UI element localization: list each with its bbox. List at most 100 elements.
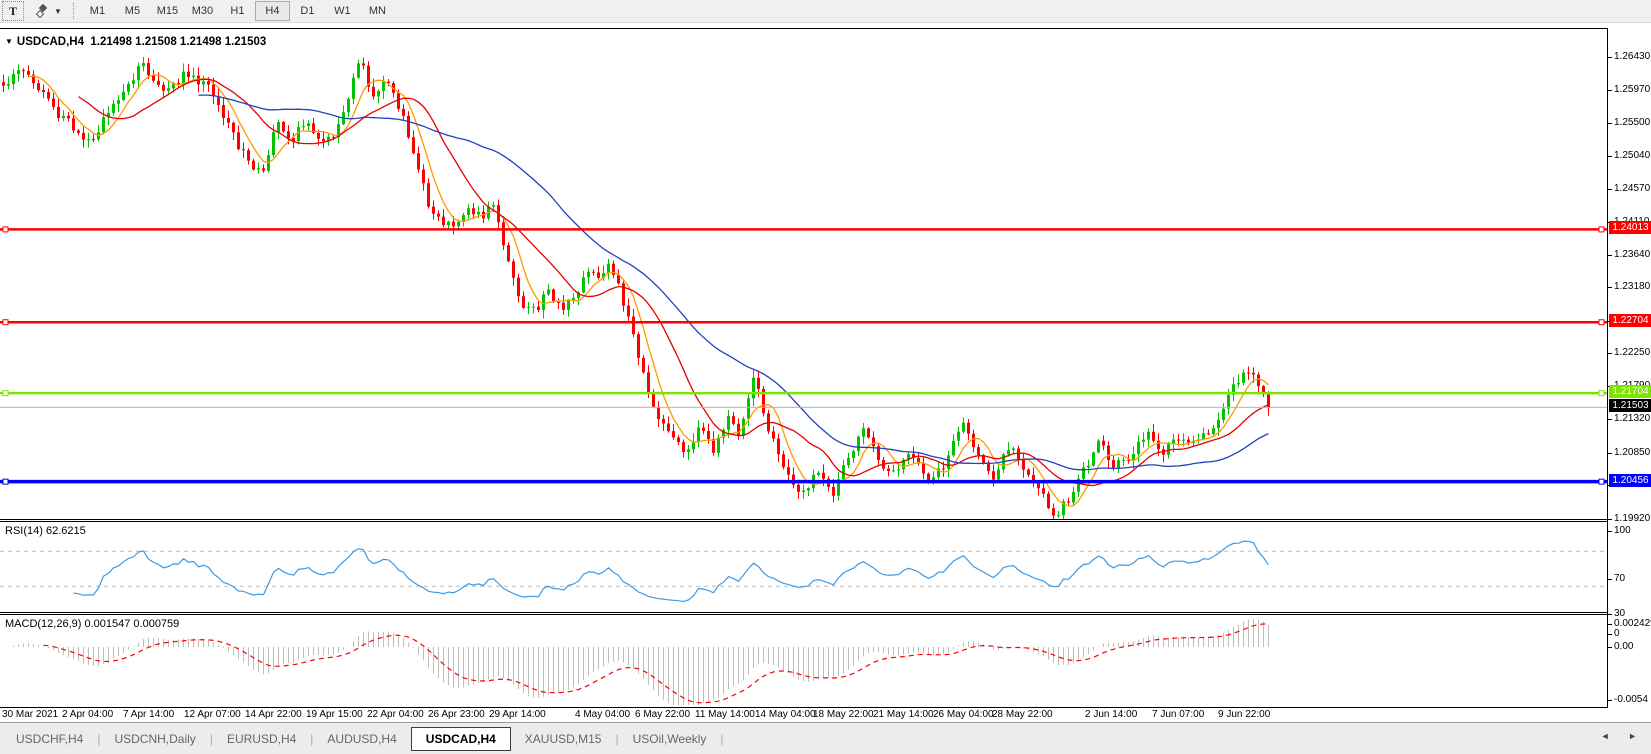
price-tick-label: 1.24570 xyxy=(1614,183,1650,194)
date-label: 21 May 14:00 xyxy=(873,709,934,720)
date-label: 2 Apr 04:00 xyxy=(62,709,113,720)
chart-tab-USOil,Weekly[interactable]: USOil,Weekly xyxy=(621,728,719,750)
main-chart-panel[interactable]: ▼ USDCAD,H4 1.21498 1.21508 1.21498 1.215… xyxy=(0,28,1607,520)
price-tick-label: 1.25040 xyxy=(1614,150,1650,161)
date-label: 12 Apr 07:00 xyxy=(184,709,241,720)
price-tick xyxy=(1608,519,1612,520)
price-tick xyxy=(1608,287,1612,288)
date-label: 26 Apr 23:00 xyxy=(428,709,485,720)
timeframe-button-W1[interactable]: W1 xyxy=(325,1,360,21)
price-tick xyxy=(1608,123,1612,124)
date-label: 11 May 14:00 xyxy=(695,709,755,720)
price-tick-label: 1.21320 xyxy=(1614,413,1650,424)
date-label: 30 Mar 2021 xyxy=(2,709,58,720)
timeframe-button-H1[interactable]: H1 xyxy=(220,1,255,21)
date-label: 7 Jun 07:00 xyxy=(1152,709,1204,720)
price-tick-label: 1.22250 xyxy=(1614,347,1650,358)
chart-tab-AUDUSD,H4[interactable]: AUDUSD,H4 xyxy=(315,728,408,750)
date-label: 14 Apr 22:00 xyxy=(245,709,302,720)
tab-scroll-left-icon[interactable]: ◄ xyxy=(1601,731,1618,741)
chart-symbol: USDCAD,H4 xyxy=(17,36,84,48)
tab-separator: | xyxy=(97,732,100,746)
price-tick-label: 1.23180 xyxy=(1614,281,1650,292)
ma-fast-line xyxy=(29,75,1269,506)
date-label: 28 May 22:00 xyxy=(992,709,1053,720)
chart-ohlc-readout: 1.21498 1.21508 1.21498 1.21503 xyxy=(90,36,266,48)
date-label: 4 May 04:00 xyxy=(575,709,630,720)
candles[interactable] xyxy=(2,57,1270,520)
timeframe-button-D1[interactable]: D1 xyxy=(290,1,325,21)
chart-tab-USDCNH,Daily[interactable]: USDCNH,Daily xyxy=(102,728,207,750)
date-label: 26 May 04:00 xyxy=(933,709,994,720)
macd-scale-label: -0.0054 xyxy=(1614,694,1648,705)
price-tick xyxy=(1608,57,1612,58)
rsi-scale-tick xyxy=(1608,634,1612,635)
chart-tab-XAUUSD,M15[interactable]: XAUUSD,M15 xyxy=(513,728,614,750)
price-tick xyxy=(1608,419,1612,420)
timeframe-button-M15[interactable]: M15 xyxy=(150,1,185,21)
tab-separator: | xyxy=(310,732,313,746)
price-tick xyxy=(1608,156,1612,157)
toolbar: T ▼ M1M5M15M30H1H4D1W1MN xyxy=(0,0,1651,23)
timeframe-button-H4[interactable]: H4 xyxy=(255,1,290,21)
macd-panel[interactable]: MACD(12,26,9) 0.001547 0.000759 xyxy=(0,615,1607,707)
mt4-window: { "toolbar": { "text_tool_label": "T", "… xyxy=(0,0,1651,753)
price-badge-1.20456: 1.20456 xyxy=(1609,474,1651,487)
timeframe-button-M30[interactable]: M30 xyxy=(185,1,220,21)
price-tick-label: 1.23640 xyxy=(1614,249,1650,260)
date-label: 9 Jun 22:00 xyxy=(1218,709,1270,720)
current-price-badge: 1.21503 xyxy=(1609,399,1651,412)
date-label: 18 May 22:00 xyxy=(813,709,874,720)
rsi-panel[interactable]: RSI(14) 62.6215 xyxy=(0,522,1607,612)
toolbar-grip xyxy=(73,3,74,19)
chart-tab-USDCAD,H4[interactable]: USDCAD,H4 xyxy=(411,727,511,751)
price-tick-label: 1.25500 xyxy=(1614,117,1650,128)
timeframe-button-MN[interactable]: MN xyxy=(360,1,395,21)
horizontal-line-1.20456[interactable] xyxy=(0,479,1607,484)
date-axis[interactable]: 30 Mar 20212 Apr 04:007 Apr 14:0012 Apr … xyxy=(0,708,1651,722)
rsi-scale-label: 70 xyxy=(1614,573,1625,584)
chevron-down-icon: ▼ xyxy=(54,7,62,16)
price-tick-label: 1.26430 xyxy=(1614,51,1650,62)
price-tick xyxy=(1608,255,1612,256)
horizontal-line-1.24013[interactable] xyxy=(0,227,1607,232)
timeframe-button-M1[interactable]: M1 xyxy=(80,1,115,21)
price-badge-1.21704: 1.21704 xyxy=(1609,385,1651,398)
date-label: 2 Jun 14:00 xyxy=(1085,709,1137,720)
rsi-label: RSI(14) 62.6215 xyxy=(5,525,86,537)
text-tool-button[interactable]: T xyxy=(2,1,24,21)
rsi-chart[interactable] xyxy=(0,522,1607,612)
price-tick xyxy=(1608,353,1612,354)
price-tick-label: 1.20850 xyxy=(1614,447,1650,458)
rsi-scale-tick xyxy=(1608,579,1612,580)
macd-chart[interactable] xyxy=(0,615,1607,707)
candlestick-chart[interactable] xyxy=(0,29,1607,520)
rsi-scale-label: 100 xyxy=(1614,525,1631,536)
date-label: 19 Apr 15:00 xyxy=(306,709,363,720)
chart-tab-bar: USDCHF,H4|USDCNH,Daily|EURUSD,H4|AUDUSD,… xyxy=(0,722,1651,754)
tab-separator: | xyxy=(720,732,723,746)
horizontal-line-1.22704[interactable] xyxy=(0,320,1607,325)
price-tick-label: 1.25970 xyxy=(1614,84,1650,95)
objects-tool-button[interactable]: ▼ xyxy=(32,2,65,20)
date-label: 29 Apr 14:00 xyxy=(489,709,546,720)
chart-title: ▼ USDCAD,H4 1.21498 1.21508 1.21498 1.215… xyxy=(5,36,266,48)
date-label: 6 May 22:00 xyxy=(635,709,690,720)
macd-scale-tick xyxy=(1608,700,1612,701)
diamonds-icon xyxy=(35,4,51,18)
horizontal-line-1.21704[interactable] xyxy=(0,391,1607,396)
macd-scale-tick xyxy=(1608,647,1612,648)
date-label: 22 Apr 04:00 xyxy=(367,709,424,720)
price-badge-1.22704: 1.22704 xyxy=(1609,314,1651,327)
rsi-scale-tick xyxy=(1608,531,1612,532)
tab-scroll-right-icon[interactable]: ► xyxy=(1628,731,1645,741)
chart-tab-EURUSD,H4[interactable]: EURUSD,H4 xyxy=(215,728,308,750)
price-axis[interactable]: 1.264301.259701.255001.250401.245701.241… xyxy=(1607,28,1651,707)
timeframe-button-M5[interactable]: M5 xyxy=(115,1,150,21)
rsi-scale-tick xyxy=(1608,614,1612,615)
price-badge-1.24013: 1.24013 xyxy=(1609,221,1651,234)
tab-separator: | xyxy=(615,732,618,746)
timeframe-buttons: M1M5M15M30H1H4D1W1MN xyxy=(80,1,395,21)
collapse-triangle-icon[interactable]: ▼ xyxy=(5,37,13,46)
chart-tab-USDCHF,H4[interactable]: USDCHF,H4 xyxy=(4,728,95,750)
